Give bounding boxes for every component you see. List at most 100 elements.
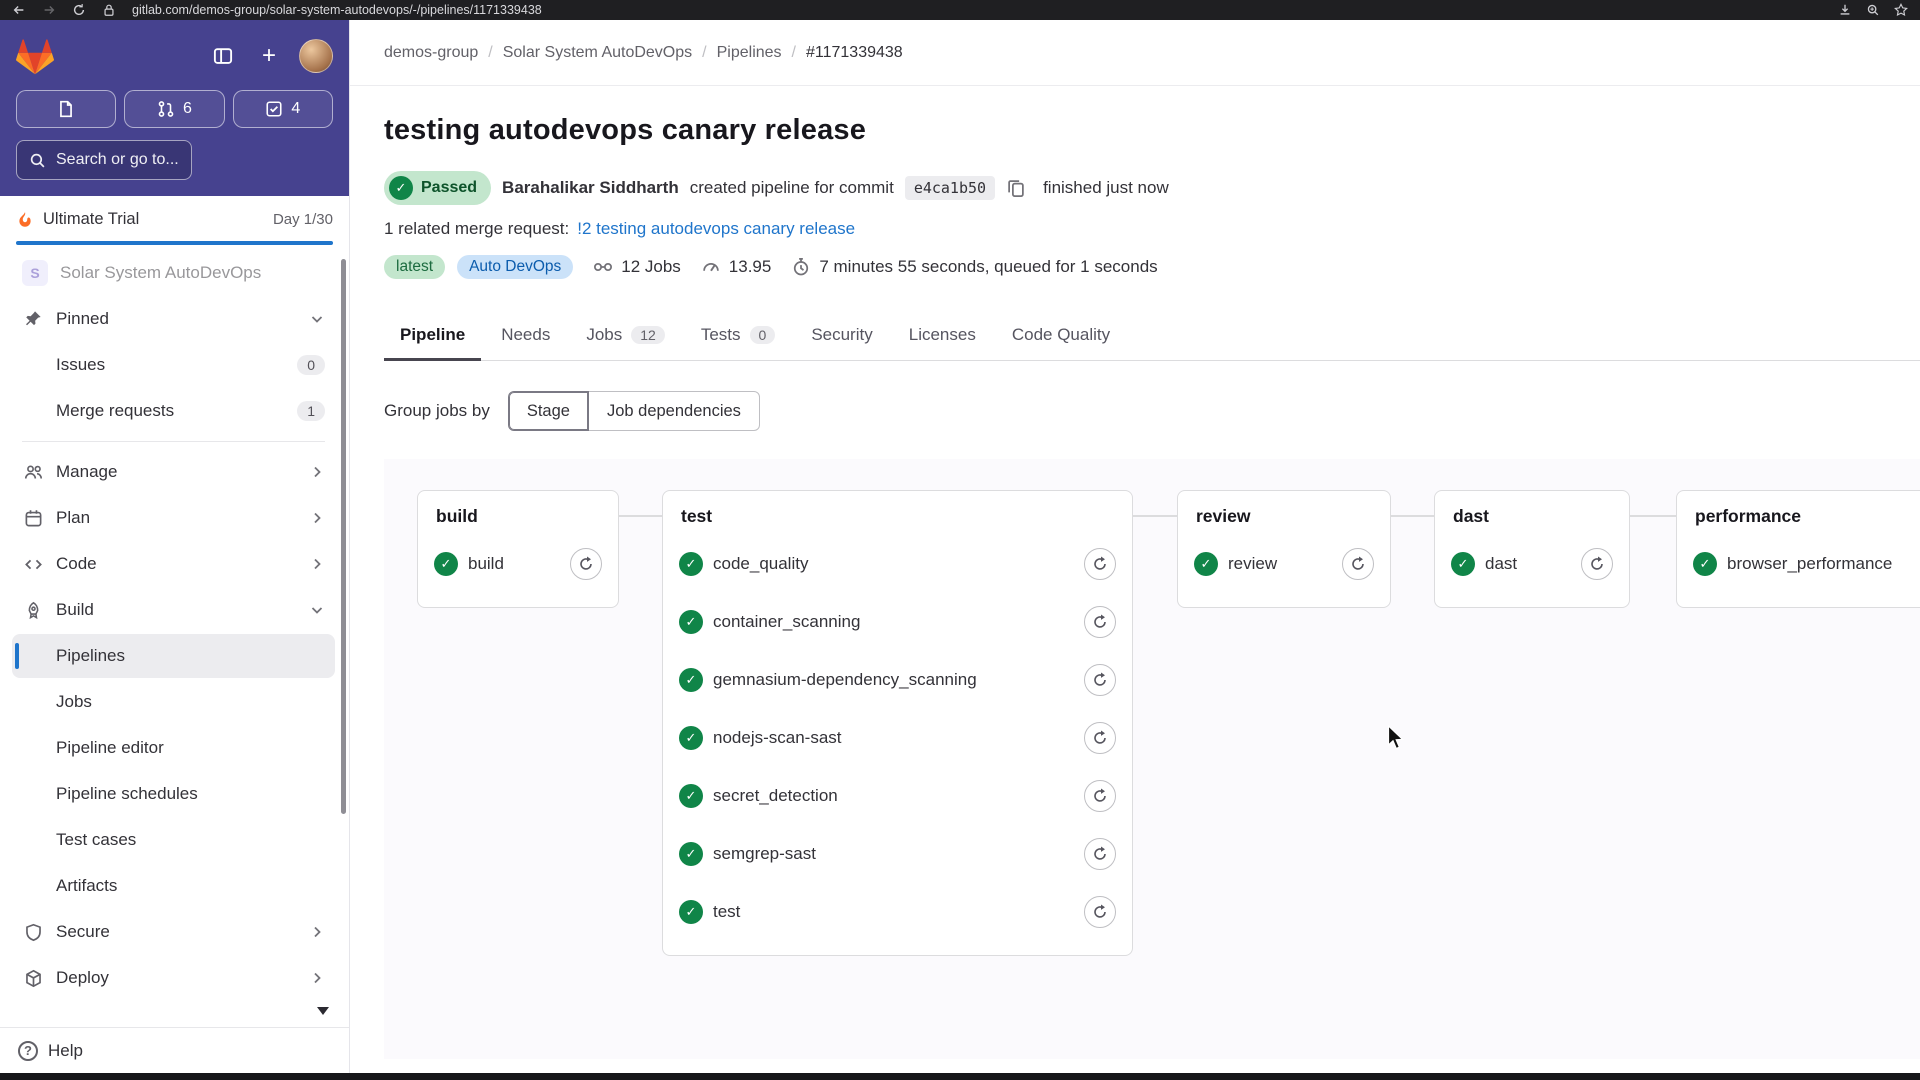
commit-sha-link[interactable]: e4ca1b50 [904, 176, 996, 200]
group-by-dependencies-button[interactable]: Job dependencies [587, 391, 760, 431]
sidebar-item-manage[interactable]: Manage [12, 450, 335, 494]
help-button[interactable]: ? Help [0, 1027, 349, 1073]
retry-job-button[interactable] [1084, 838, 1116, 870]
breadcrumb-pipeline-id[interactable]: #1171339438 [806, 44, 903, 62]
pipeline-stages-icon [593, 257, 613, 277]
mr-count-badge: 1 [297, 401, 325, 421]
sidebar-item-artifacts[interactable]: Artifacts [12, 864, 335, 908]
job-link[interactable]: container_scanning [713, 612, 860, 632]
job-row: ✓ semgrep-sast [677, 825, 1118, 883]
sidebar-item-pinned[interactable]: Pinned [12, 297, 335, 341]
browser-bookmark-star-icon[interactable] [1894, 3, 1908, 17]
tab-jobs[interactable]: Jobs 12 [570, 313, 681, 361]
stage-title: performance [1695, 506, 1802, 526]
sidebar-item-pipeline-schedules[interactable]: Pipeline schedules [12, 772, 335, 816]
search-input[interactable]: Search or go to... [16, 140, 192, 180]
sidebar-item-deploy[interactable]: Deploy [12, 956, 335, 1000]
browser-reload-icon[interactable] [72, 3, 86, 17]
job-link[interactable]: code_quality [713, 554, 808, 574]
project-avatar: S [22, 260, 48, 286]
trial-status-widget[interactable]: Ultimate Trial Day 1/30 [0, 196, 349, 245]
gitlab-logo-icon[interactable] [16, 38, 54, 75]
retry-job-button[interactable] [1084, 780, 1116, 812]
retry-job-button[interactable] [1084, 606, 1116, 638]
tests-tab-badge: 0 [749, 326, 776, 344]
retry-job-button[interactable] [1084, 548, 1116, 580]
scroll-down-arrow-icon[interactable] [317, 1007, 329, 1015]
sidebar-item-build[interactable]: Build [12, 588, 335, 632]
group-by-segmented-control: Stage Job dependencies [507, 391, 760, 431]
job-link[interactable]: semgrep-sast [713, 844, 816, 864]
job-row: ✓ test [677, 883, 1118, 941]
job-row: ✓ container_scanning [677, 593, 1118, 651]
tab-security[interactable]: Security [795, 313, 888, 361]
job-success-icon: ✓ [434, 552, 458, 576]
retry-job-button[interactable] [1084, 664, 1116, 696]
breadcrumb-group[interactable]: demos-group [384, 44, 478, 62]
site-info-lock-icon[interactable] [102, 3, 116, 17]
address-bar[interactable]: gitlab.com/demos-group/solar-system-auto… [132, 3, 542, 17]
job-link[interactable]: test [713, 902, 740, 922]
job-link[interactable]: review [1228, 554, 1277, 574]
create-new-button[interactable]: + [253, 40, 285, 72]
browser-zoom-icon[interactable] [1866, 3, 1880, 17]
job-link[interactable]: gemnasium-dependency_scanning [713, 670, 977, 690]
sidebar-item-merge-requests[interactable]: Merge requests 1 [12, 389, 335, 433]
job-success-icon: ✓ [679, 552, 703, 576]
stage-title: dast [1453, 506, 1489, 526]
users-icon [22, 461, 44, 483]
sidebar-item-pipeline-editor[interactable]: Pipeline editor [12, 726, 335, 770]
job-row: ✓ nodejs-scan-sast [677, 709, 1118, 767]
compute-minutes-meta: 13.95 [701, 257, 771, 277]
sidebar-item-pipelines[interactable]: Pipelines [12, 634, 335, 678]
job-link[interactable]: build [468, 554, 504, 574]
sidebar-item-jobs[interactable]: Jobs [12, 680, 335, 724]
retry-job-button[interactable] [1342, 548, 1374, 580]
pipeline-author-link[interactable]: Barahalikar Siddharth [502, 178, 679, 198]
job-link[interactable]: dast [1485, 554, 1517, 574]
breadcrumb-pipelines[interactable]: Pipelines [717, 44, 782, 62]
group-by-stage-button[interactable]: Stage [507, 391, 589, 431]
tab-code-quality[interactable]: Code Quality [996, 313, 1126, 361]
sidebar-item-secure[interactable]: Secure [12, 910, 335, 954]
tab-tests[interactable]: Tests 0 [685, 313, 791, 361]
todos-shortcut-button[interactable]: 4 [232, 90, 333, 128]
merge-requests-shortcut-button[interactable]: 6 [124, 90, 225, 128]
pin-icon [22, 308, 44, 330]
issues-shortcut-button[interactable] [16, 90, 117, 128]
retry-job-button[interactable] [1084, 896, 1116, 928]
browser-forward-icon[interactable] [42, 3, 56, 17]
tab-pipeline[interactable]: Pipeline [384, 313, 482, 361]
retry-job-button[interactable] [1084, 722, 1116, 754]
job-row: ✓ secret_detection [677, 767, 1118, 825]
retry-job-button[interactable] [1581, 548, 1613, 580]
sidebar-scrollbar[interactable] [341, 259, 346, 814]
breadcrumb-project[interactable]: Solar System AutoDevOps [503, 44, 692, 62]
browser-back-icon[interactable] [12, 3, 26, 17]
autodevops-badge[interactable]: Auto DevOps [457, 255, 574, 279]
related-mr-link[interactable]: !2 testing autodevops canary release [577, 219, 855, 239]
issues-icon [57, 100, 75, 118]
retry-job-button[interactable] [570, 548, 602, 580]
job-success-icon: ✓ [1693, 552, 1717, 576]
job-row: ✓ build [432, 535, 604, 593]
trial-label: Ultimate Trial [43, 210, 140, 228]
copy-commit-icon[interactable] [1006, 178, 1026, 198]
stage-connector [1391, 515, 1434, 517]
tab-needs[interactable]: Needs [485, 313, 566, 361]
sidebar-toggle-icon[interactable] [207, 40, 239, 72]
sidebar-item-test-cases[interactable]: Test cases [12, 818, 335, 862]
job-success-icon: ✓ [679, 842, 703, 866]
todo-check-icon [265, 100, 283, 118]
sidebar-item-issues[interactable]: Issues 0 [12, 343, 335, 387]
browser-download-icon[interactable] [1838, 3, 1852, 17]
job-success-icon: ✓ [1194, 552, 1218, 576]
job-link[interactable]: secret_detection [713, 786, 838, 806]
sidebar-item-plan[interactable]: Plan [12, 496, 335, 540]
job-link[interactable]: nodejs-scan-sast [713, 728, 842, 748]
sidebar-item-code[interactable]: Code [12, 542, 335, 586]
sidebar-context-project[interactable]: S Solar System AutoDevOps [12, 251, 335, 295]
job-link[interactable]: browser_performance [1727, 554, 1892, 574]
user-avatar[interactable] [299, 39, 333, 73]
tab-licenses[interactable]: Licenses [893, 313, 992, 361]
